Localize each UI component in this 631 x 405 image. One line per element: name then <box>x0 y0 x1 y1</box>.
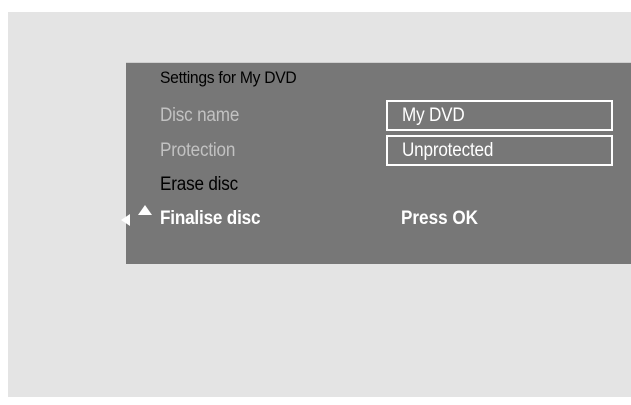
menu-item-erase-disc[interactable]: Erase disc <box>160 174 238 196</box>
disc-name-value: My DVD <box>402 105 465 126</box>
protection-field: Unprotected <box>386 135 613 166</box>
finalise-disc-action-text: Press OK <box>401 208 478 229</box>
menu-item-finalise-disc[interactable]: Finalise disc <box>160 208 260 230</box>
protection-value: Unprotected <box>402 140 494 161</box>
menu-title: Settings for My DVD <box>160 68 297 87</box>
menu-item-protection-label: Protection <box>160 140 236 161</box>
cursor-left-arrow-icon <box>121 214 130 226</box>
disc-name-field: My DVD <box>386 100 613 131</box>
cursor-up-arrow-icon <box>138 205 152 215</box>
menu-item-disc-name-label: Disc name <box>160 105 240 126</box>
